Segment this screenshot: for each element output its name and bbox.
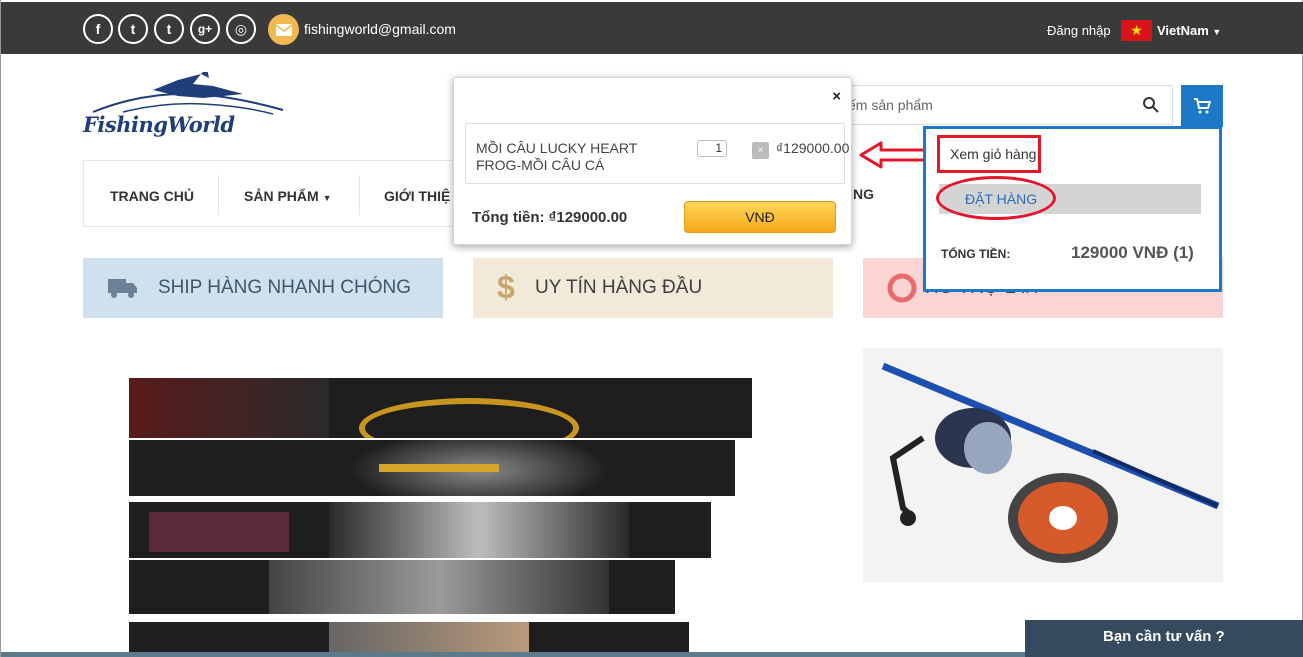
remove-item-icon[interactable]: × [752,142,769,159]
nav-divider [218,175,219,215]
facebook-icon[interactable]: f [83,14,113,44]
annotation-arrow-icon [859,141,929,169]
lifebuoy-icon [887,273,917,303]
chat-label: Bạn cần tư vấn ? [1103,628,1225,645]
view-cart-label: Xem giỏ hàng [950,146,1037,162]
highlight-ellipse [936,176,1056,220]
feature-label: UY TÍN HÀNG ĐẦU [535,277,703,298]
feature-trust: $ UY TÍN HÀNG ĐẦU [473,258,833,318]
hero-slider-image[interactable] [129,378,754,656]
close-icon[interactable]: × [832,88,841,105]
cart-popup-total: Tổng tiền: ₫129000.00 [472,209,628,226]
search-icon[interactable] [1142,96,1160,114]
slider-strip [129,378,752,438]
login-link[interactable]: Đăng nhập [1047,23,1111,38]
cart-popup: × MỒI CÂU LUCKY HEART FROG-MỒI CÂU CÁ 1 … [453,77,852,245]
google-plus-icon[interactable]: g+ [190,14,220,44]
taskbar-strip [1,652,1025,657]
cart-item-name[interactable]: MỒI CÂU LUCKY HEART FROG-MỒI CÂU CÁ [476,140,676,174]
dribbble-icon[interactable]: ◎ [226,14,256,44]
nav-divider [359,175,360,215]
slider-strip [129,440,735,496]
fishing-rod-image [881,362,1220,563]
product-image-fishing-rod[interactable] [863,348,1223,582]
main-nav: TRANG CHỦ SẢN PHẨM ▼ GIỚI THIỆ [83,160,483,227]
language-label: VietNam [1157,23,1209,38]
feature-fast-shipping: SHIP HÀNG NHANH CHÓNG [83,258,443,318]
vietnam-flag-icon[interactable]: ★ [1121,20,1152,41]
slider-strip [129,560,675,614]
nav-item-partial[interactable]: NG [853,186,874,202]
currency-button[interactable]: VNĐ [684,201,836,233]
top-bar: f t t g+ ◎ fishingworld@gmail.com Đăng n… [1,2,1303,54]
cart-total-value: 129000 VNĐ (1) [1071,243,1194,262]
caret-down-icon: ▼ [1212,27,1222,37]
dollar-icon: $ [497,269,515,305]
cart-button[interactable] [1181,85,1223,127]
contact-email[interactable]: fishingworld@gmail.com [304,21,456,37]
nav-item-about[interactable]: GIỚI THIỆ [384,188,450,204]
slider-strip [129,502,711,558]
slider-strip [129,622,689,656]
caret-down-icon: ▼ [322,193,332,203]
logo-text: FishingWorld [83,112,235,137]
chat-widget[interactable]: Bạn cần tư vấn ? [1025,620,1303,657]
site-logo[interactable]: FishingWorld [83,68,303,144]
feature-label: SHIP HÀNG NHANH CHÓNG [158,277,412,298]
tumblr-icon[interactable]: t [154,14,184,44]
search-input[interactable]: ếm sản phẩm [848,97,933,113]
envelope-icon [268,14,299,45]
cart-item-quantity[interactable]: 1 [697,140,727,157]
view-cart-link[interactable]: Xem giỏ hàng [937,135,1041,173]
nav-item-products[interactable]: SẢN PHẨM ▼ [244,188,331,204]
marlin-logo-icon [92,68,284,115]
page: f t t g+ ◎ fishingworld@gmail.com Đăng n… [0,0,1303,657]
shopping-cart-icon [1194,98,1211,114]
nav-item-products-label: SẢN PHẨM [244,188,319,204]
twitter-icon[interactable]: t [118,14,148,44]
cart-dropdown: Xem giỏ hàng ĐẶT HÀNG TỔNG TIỀN: 129000 … [923,126,1222,292]
truck-icon [108,279,137,298]
cart-item-price: ₫129000.00 [776,140,850,156]
nav-item-home[interactable]: TRANG CHỦ [110,188,194,204]
cart-total-label: TỔNG TIỀN: [941,247,1011,261]
language-selector[interactable]: VietNam ▼ [1157,23,1221,38]
search-box[interactable]: ếm sản phẩm [831,85,1173,125]
cart-item-row: MỒI CÂU LUCKY HEART FROG-MỒI CÂU CÁ 1 × … [465,123,849,184]
